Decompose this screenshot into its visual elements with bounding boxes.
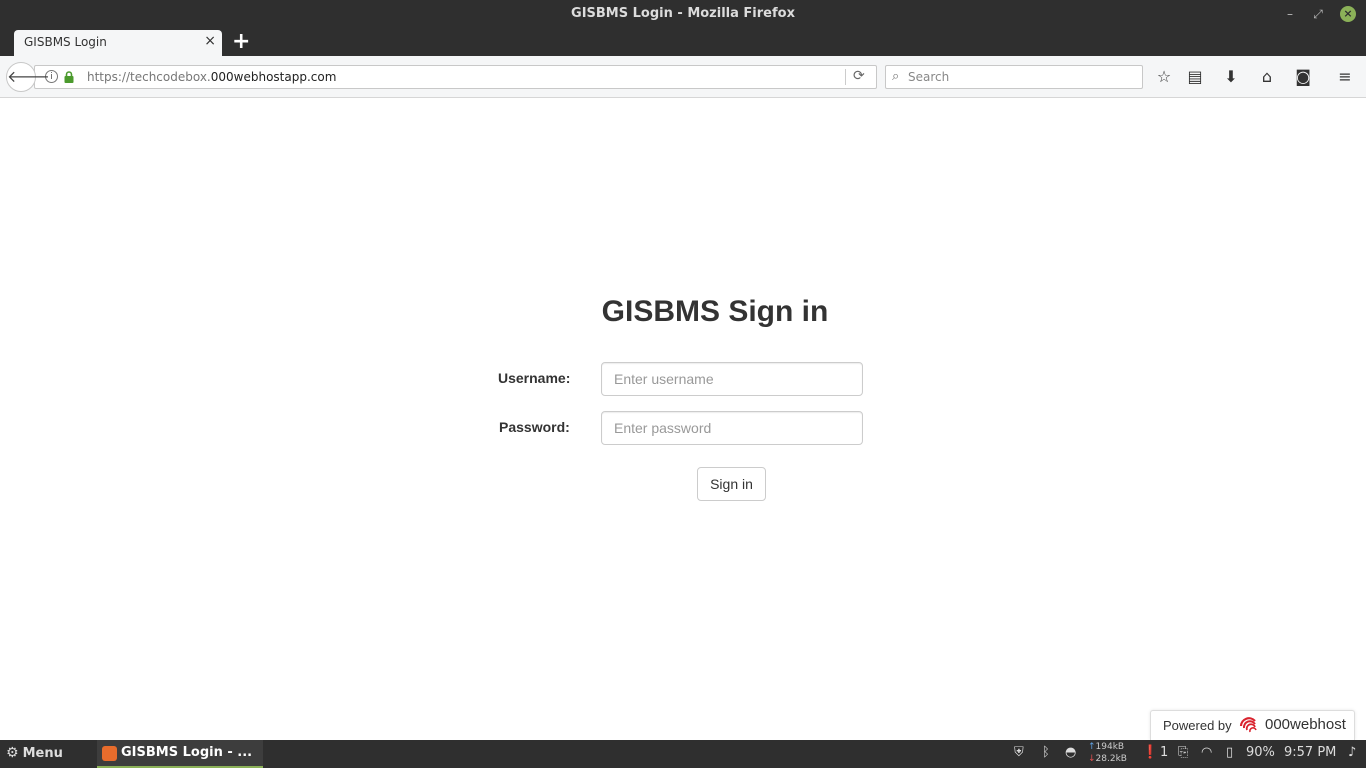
000webhost-logo-icon	[1239, 717, 1257, 733]
taskbar: ⚙ Menu GISBMS Login - ... ⛨ ᛒ ◓ ↑194kB ↓2…	[0, 740, 1366, 768]
gear-icon: ⚙	[6, 745, 19, 761]
window-titlebar: GISBMS Login - Mozilla Firefox – ⤢ ×	[0, 0, 1366, 28]
net-up-value: 194kB	[1095, 742, 1125, 752]
search-placeholder: Search	[908, 70, 950, 84]
start-menu-button[interactable]: ⚙ Menu	[6, 745, 63, 761]
page-title: GISBMS Sign in	[601, 295, 829, 328]
menu-label: Menu	[22, 746, 63, 761]
alert-icon[interactable]: ❗	[1142, 745, 1158, 760]
search-box[interactable]: ⌕ Search	[885, 65, 1143, 89]
url-text[interactable]: https://techcodebox.000webhostapp.com	[87, 70, 336, 84]
brand-name: 000webhost	[1265, 716, 1346, 733]
navigation-toolbar: i https://techcodebox.000webhostapp.com …	[0, 56, 1366, 98]
wifi-icon[interactable]: ◠	[1201, 745, 1212, 760]
username-input[interactable]	[601, 362, 863, 396]
firefox-icon	[102, 746, 117, 761]
url-bar[interactable]: i https://techcodebox.000webhostapp.com …	[34, 65, 877, 89]
net-down-value: 28.2kB	[1095, 754, 1127, 764]
back-button[interactable]: 🡐	[6, 62, 50, 92]
username-label: Username:	[498, 370, 571, 386]
upload-arrow-icon: ↑	[1088, 742, 1096, 752]
maximize-icon[interactable]: ⤢	[1310, 6, 1326, 22]
back-arrow-icon: 🡐	[7, 67, 50, 86]
url-prefix: https://techcodebox.	[87, 70, 211, 84]
pocket-icon[interactable]: ◙	[1292, 66, 1314, 88]
clipboard-icon[interactable]: ⎘	[1178, 745, 1188, 760]
powered-by-text: Powered by	[1163, 718, 1232, 733]
taskbar-window-firefox[interactable]: GISBMS Login - ...	[97, 740, 263, 768]
window-title: GISBMS Login - Mozilla Firefox	[571, 6, 795, 21]
download-icon[interactable]: ⬇	[1220, 66, 1242, 88]
url-host: 000webhostapp.com	[210, 70, 337, 84]
url-divider	[845, 69, 846, 85]
new-tab-button[interactable]: +	[232, 29, 250, 54]
bookmark-star-icon[interactable]: ☆	[1153, 66, 1175, 88]
download-arrow-icon: ↓	[1088, 754, 1096, 764]
home-icon[interactable]: ⌂	[1256, 66, 1278, 88]
battery-percent: 90%	[1246, 745, 1275, 760]
network-speed: ↑194kB ↓28.2kB	[1088, 741, 1127, 765]
window-close-icon[interactable]: ×	[1340, 6, 1356, 22]
hamburger-menu-icon[interactable]: ≡	[1334, 66, 1356, 88]
reading-list-icon[interactable]: ▤	[1184, 66, 1206, 88]
tab-strip: GISBMS Login × +	[0, 28, 1366, 56]
tab-close-icon[interactable]: ×	[204, 33, 216, 49]
clock[interactable]: 9:57 PM	[1284, 745, 1336, 760]
reload-icon[interactable]: ⟳	[853, 68, 865, 84]
search-icon: ⌕	[892, 69, 900, 84]
powered-by-badge[interactable]: Powered by 000webhost	[1150, 710, 1355, 740]
notification-count[interactable]: 1	[1160, 745, 1168, 760]
taskbar-window-label: GISBMS Login - ...	[121, 745, 253, 760]
page-content: GISBMS Sign in Username: Password: Sign …	[0, 99, 1366, 740]
shield-icon[interactable]: ⛨	[1014, 745, 1024, 760]
tab-gisbms-login[interactable]: GISBMS Login ×	[14, 30, 222, 56]
tab-label: GISBMS Login	[24, 35, 107, 49]
sound-icon[interactable]: ♪	[1348, 745, 1356, 760]
bluetooth-icon[interactable]: ᛒ	[1042, 745, 1050, 760]
lock-icon[interactable]	[64, 71, 74, 83]
password-input[interactable]	[601, 411, 863, 445]
battery-icon[interactable]: ▯	[1226, 745, 1233, 760]
password-label: Password:	[499, 419, 570, 435]
network-manager-icon[interactable]: ◓	[1065, 745, 1076, 760]
sign-in-button[interactable]: Sign in	[697, 467, 766, 501]
minimize-icon[interactable]: –	[1282, 6, 1298, 22]
